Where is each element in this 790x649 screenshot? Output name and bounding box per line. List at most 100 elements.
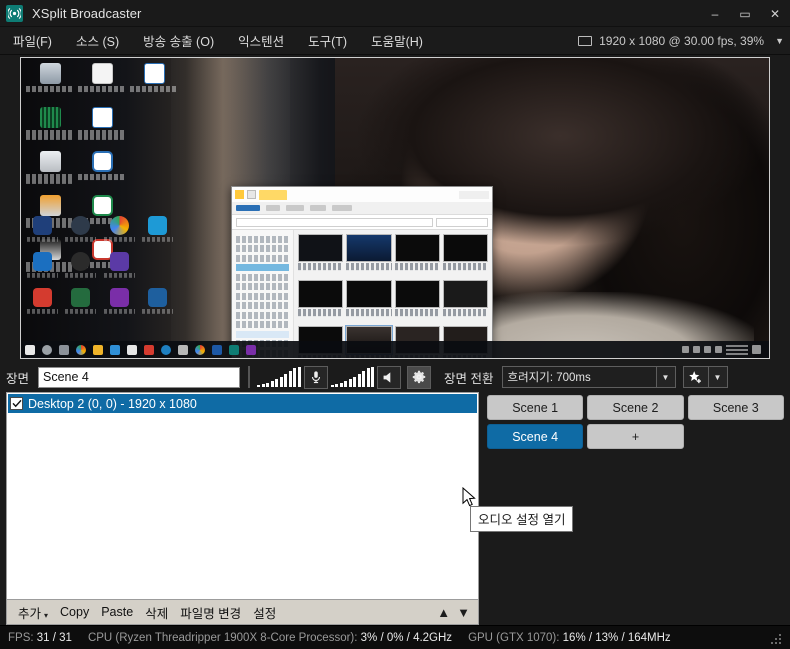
obs-studio-icon (71, 252, 91, 271)
source-toolbar: 추가 ▾ Copy Paste 삭제 파일명 변경 설정 ▲ ▼ (6, 600, 479, 625)
search-icon (42, 344, 52, 355)
chevron-down-icon[interactable]: ▼ (656, 366, 676, 388)
minimize-button[interactable]: – (700, 0, 730, 27)
add-source-button[interactable]: 추가 ▾ (12, 601, 54, 624)
window-title: XSplit Broadcaster (32, 5, 142, 21)
scene-name-input[interactable] (38, 366, 241, 388)
chrome-icon (76, 344, 86, 355)
microphone-level-meter (257, 367, 301, 387)
gpu-value: 16% / 13% / 164MHz (562, 631, 671, 644)
desktop-icon-label (78, 86, 126, 93)
transition-select[interactable]: 흐려지기: 700ms (501, 366, 657, 388)
resolution-status-text: 1920 x 1080 @ 30.00 fps, 39% (599, 33, 765, 48)
thumbnail-item (394, 280, 440, 322)
xsplit-taskbar-icon (229, 344, 239, 355)
desktop-icon (78, 151, 126, 193)
app-icon (39, 107, 61, 128)
captured-file-explorer-window (231, 186, 493, 358)
menu-file[interactable]: 파일(F) (2, 27, 63, 54)
fps-status: FPS: 31 / 31 (8, 632, 72, 644)
menu-tools[interactable]: 도구(T) (297, 27, 358, 54)
menu-bar: 파일(F) 소스 (S) 방송 송출 (O) 익스텐션 도구(T) 도움말(H)… (0, 27, 790, 55)
title-bar: XSplit Broadcaster – ▭ ✕ (0, 0, 790, 27)
xsplit-broadcaster-window: XSplit Broadcaster – ▭ ✕ 파일(F) 소스 (S) 방송… (0, 0, 790, 649)
star-plus-icon[interactable] (682, 366, 709, 388)
shortcut-icon (141, 216, 176, 248)
store-icon (110, 344, 120, 355)
shortcut-icon (141, 288, 176, 320)
desktop-icon-label (26, 86, 74, 93)
cpu-value: 3% / 0% / 4.2GHz (360, 631, 453, 644)
source-list-item[interactable]: Desktop 2 (0, 0) - 1920 x 1080 (8, 394, 477, 413)
recycle-bin-icon (39, 63, 61, 84)
thumbnail-item (298, 234, 344, 276)
resize-grip-icon[interactable] (768, 631, 782, 645)
status-bar: FPS: 31 / 31 CPU (Ryzen Threadripper 190… (0, 625, 790, 649)
desktop-icon-label (78, 130, 126, 140)
menu-broadcast[interactable]: 방송 송출 (O) (132, 27, 225, 54)
move-up-icon[interactable]: ▲ (437, 605, 450, 620)
scene-controls-bar: 장면 Scene 4 장면 전환 흐려지기: 700ms ▼ ▼ (0, 362, 790, 392)
thumbnail-item (298, 280, 344, 322)
copy-button[interactable]: Copy (54, 603, 95, 621)
tool-icon (148, 216, 168, 235)
move-down-icon[interactable]: ▼ (457, 605, 470, 620)
scene-button-4[interactable]: Scene 4 (487, 424, 584, 449)
gpu-label: GPU (GTX 1070): (468, 631, 560, 644)
maximize-button[interactable]: ▭ (730, 0, 760, 27)
scene-button-3[interactable]: Scene 3 (687, 395, 784, 420)
explorer-path-field (236, 217, 433, 227)
delete-button[interactable]: 삭제 (139, 601, 174, 624)
menu-help[interactable]: 도움말(H) (360, 27, 434, 54)
shortcut-icon (102, 252, 137, 284)
desktop-icon (26, 107, 74, 149)
xsplit-broadcast-icon (6, 4, 23, 22)
stage-preview[interactable] (20, 57, 770, 359)
mail-icon (127, 344, 137, 355)
source-list[interactable]: Desktop 2 (0, 0) - 1920 x 1080 (6, 392, 479, 600)
transition-label: 장면 전환 (444, 371, 494, 386)
settings-button[interactable]: 설정 (247, 601, 282, 624)
menu-sources[interactable]: 소스 (S) (65, 27, 130, 54)
add-scene-button[interactable]: + (587, 424, 684, 449)
gear-icon[interactable] (407, 365, 432, 389)
monitor-icon (578, 35, 593, 46)
desktop-icon (130, 63, 178, 105)
tooltip: 오디오 설정 열기 (470, 506, 574, 532)
menu-extensions[interactable]: 익스텐션 (227, 27, 295, 54)
star-options-chevron-icon[interactable]: ▼ (708, 366, 728, 388)
rename-button[interactable]: 파일명 변경 (174, 601, 247, 624)
source-visibility-checkbox[interactable] (10, 397, 23, 410)
thumbnail-item (442, 234, 488, 276)
desktop-icon (26, 63, 74, 105)
desktop-icon-label (26, 130, 74, 140)
explorer-picture-tools-tab (259, 189, 287, 200)
close-button[interactable]: ✕ (760, 0, 790, 27)
image-file-icon (39, 151, 61, 172)
controls-divider (248, 366, 251, 388)
scene-button-grid: Scene 1 Scene 2 Scene 3 Scene 4 + (487, 395, 784, 449)
desktop-icon-label (78, 174, 126, 181)
shortcut-icon (25, 288, 60, 320)
shortcut-icon (102, 288, 137, 320)
fps-value: 31 / 31 (36, 631, 72, 644)
resolution-status-group[interactable]: 1920 x 1080 @ 30.00 fps, 39% ▼ (578, 34, 790, 48)
microphone-icon[interactable] (303, 365, 328, 389)
paste-button[interactable]: Paste (95, 603, 139, 621)
scene-button-2[interactable]: Scene 2 (587, 395, 684, 420)
scene-button-1[interactable]: Scene 1 (487, 395, 584, 420)
app-circle-icon (71, 216, 91, 235)
desktop-icon (78, 107, 126, 149)
scene-label: 장면 (6, 371, 30, 386)
media-player-icon (212, 344, 222, 355)
speaker-icon[interactable] (377, 365, 402, 389)
shortcut-icon (102, 216, 137, 248)
twitch-icon (109, 288, 129, 307)
text-file-icon (143, 63, 165, 84)
twitch-icon (246, 344, 256, 355)
document-icon (91, 63, 113, 84)
chart-app-icon (178, 344, 188, 355)
speaker-level-meter (330, 367, 375, 387)
thumbnail-item (442, 280, 488, 322)
chevron-down-icon[interactable]: ▼ (775, 36, 784, 46)
